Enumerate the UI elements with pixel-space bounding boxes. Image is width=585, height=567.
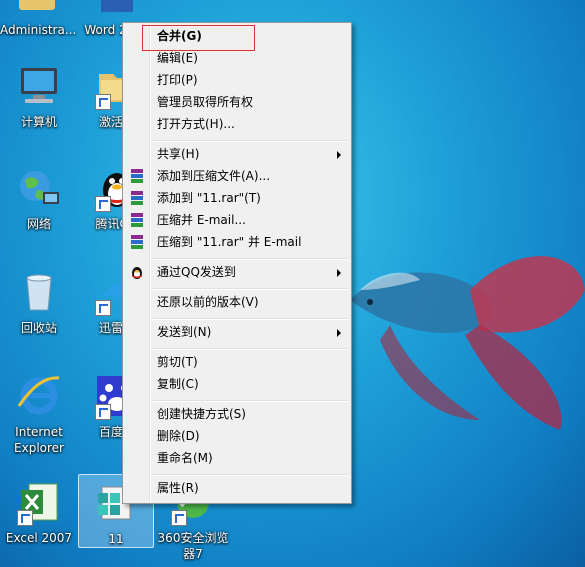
desktop-icon-label: 11: [108, 532, 124, 546]
desktop-icon-label: Excel 2007: [5, 531, 73, 545]
network-globe-icon: [15, 164, 63, 212]
shortcut-arrow-icon: [95, 300, 111, 316]
menu-separator: [153, 288, 349, 290]
menu-item-delete[interactable]: 删除(D): [125, 426, 349, 446]
menu-item-compress-to-11-rar-and-email[interactable]: 压缩到 "11.rar" 并 E-mail: [125, 232, 349, 252]
menu-item-cut[interactable]: 剪切(T): [125, 352, 349, 372]
winrar-icon: [131, 191, 143, 205]
menu-item-label: 发送到(N): [157, 325, 212, 339]
desktop-icon-label: Internet Explorer: [14, 425, 64, 455]
menu-item-label: 压缩到 "11.rar" 并 E-mail: [157, 235, 302, 249]
menu-item-label: 属性(R): [157, 481, 199, 495]
submenu-arrow-icon: [337, 329, 341, 337]
menu-item-label: 删除(D): [157, 429, 200, 443]
menu-item-open-with[interactable]: 打开方式(H)...: [125, 114, 349, 134]
menu-item-compress-and-email[interactable]: 压缩并 E-mail...: [125, 210, 349, 230]
menu-item-label: 还原以前的版本(V): [157, 295, 259, 309]
menu-item-label: 共享(H): [157, 147, 200, 161]
winrar-icon: [131, 169, 143, 183]
menu-item-properties[interactable]: 属性(R): [125, 478, 349, 498]
menu-item-add-to-archive[interactable]: 添加到压缩文件(A)...: [125, 166, 349, 186]
menu-item-label: 剪切(T): [157, 355, 198, 369]
submenu-arrow-icon: [337, 269, 341, 277]
menu-item-edit[interactable]: 编辑(E): [125, 48, 349, 68]
menu-separator: [153, 348, 349, 350]
submenu-arrow-icon: [337, 151, 341, 159]
menu-item-add-to-11-rar[interactable]: 添加到 "11.rar"(T): [125, 188, 349, 208]
desktop-icon-label: 网络: [26, 217, 51, 231]
desktop-icon-label: 回收站: [20, 321, 57, 335]
menu-item-label: 压缩并 E-mail...: [157, 213, 246, 227]
menu-separator: [153, 140, 349, 142]
menu-item-label: 添加到压缩文件(A)...: [157, 169, 271, 183]
menu-item-take-ownership[interactable]: 管理员取得所有权: [125, 92, 349, 112]
menu-separator: [153, 400, 349, 402]
winrar-icon: [131, 235, 143, 249]
internet-explorer-icon: [15, 372, 63, 420]
menu-item-label: 打开方式(H)...: [157, 117, 235, 131]
excel-icon: [15, 478, 63, 526]
wallpaper-fish-image: [350, 256, 585, 430]
shortcut-arrow-icon: [17, 510, 33, 526]
menu-item-create-shortcut[interactable]: 创建快捷方式(S): [125, 404, 349, 424]
shortcut-arrow-icon: [171, 510, 187, 526]
menu-item-label: 管理员取得所有权: [157, 95, 254, 109]
desktop-icon-label: 计算机: [20, 115, 57, 129]
shortcut-arrow-icon: [95, 196, 111, 212]
menu-item-send-via-qq[interactable]: 通过QQ发送到: [125, 262, 349, 282]
menu-item-label: 复制(C): [157, 377, 199, 391]
menu-separator: [153, 318, 349, 320]
shortcut-arrow-icon: [95, 404, 111, 420]
menu-item-label: 通过QQ发送到: [157, 265, 236, 279]
desktop-icon-label: Administra...: [0, 23, 77, 37]
user-folder-icon: [13, 0, 61, 18]
menu-item-rename[interactable]: 重命名(M): [125, 448, 349, 468]
menu-item-label: 重命名(M): [157, 451, 213, 465]
context-menu: 合并(G) 编辑(E) 打印(P) 管理员取得所有权 打开方式(H)... 共享…: [122, 22, 352, 504]
menu-separator: [153, 474, 349, 476]
desktop-icon-internet-explorer[interactable]: Internet Explorer: [2, 372, 76, 456]
shortcut-arrow-icon: [95, 94, 111, 110]
computer-icon: [15, 62, 63, 110]
desktop-icon-computer[interactable]: 计算机: [2, 62, 76, 130]
menu-item-restore-previous-versions[interactable]: 还原以前的版本(V): [125, 292, 349, 312]
menu-item-print[interactable]: 打印(P): [125, 70, 349, 90]
menu-item-copy[interactable]: 复制(C): [125, 374, 349, 394]
menu-separator: [153, 258, 349, 260]
desktop-icon-recycle-bin[interactable]: 回收站: [2, 268, 76, 336]
menu-item-send-to[interactable]: 发送到(N): [125, 322, 349, 342]
desktop-icon-administrator[interactable]: Administra...: [0, 0, 77, 38]
desktop-icon-network[interactable]: 网络: [2, 164, 76, 232]
word-icon: [93, 0, 141, 18]
desktop-icon-excel-2007[interactable]: Excel 2007: [2, 478, 76, 546]
menu-item-label: 打印(P): [157, 73, 198, 87]
qq-penguin-icon: [132, 267, 142, 279]
menu-item-label: 创建快捷方式(S): [157, 407, 246, 421]
winrar-icon: [131, 213, 143, 227]
menu-item-share[interactable]: 共享(H): [125, 144, 349, 164]
annotation-highlight-box: [142, 25, 255, 51]
menu-item-label: 添加到 "11.rar"(T): [157, 191, 261, 205]
desktop-icon-label: 360安全浏览器7: [157, 531, 229, 561]
recycle-bin-icon: [15, 268, 63, 316]
menu-item-label: 编辑(E): [157, 51, 198, 65]
